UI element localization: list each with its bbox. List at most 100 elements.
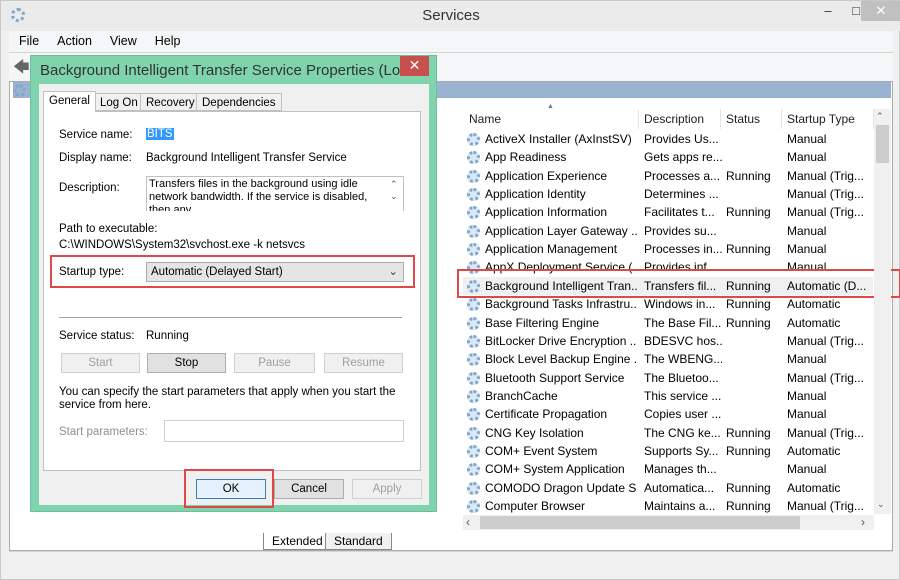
tab-dependencies[interactable]: Dependencies <box>196 93 282 111</box>
service-gear-icon <box>467 188 480 202</box>
service-description: Processes in... <box>644 242 722 257</box>
description-label: Description: <box>59 182 120 194</box>
service-row[interactable]: CNG Key Isolation The CNG ke... Running Man… <box>463 424 873 442</box>
service-gear-icon <box>467 426 480 440</box>
start-params-hint: You can specify the start parameters tha… <box>59 386 396 411</box>
service-row[interactable]: Bluetooth Support Service The Bluetoo... M… <box>463 369 873 387</box>
service-name: BitLocker Drive Encryption ... <box>485 333 637 348</box>
service-startup-type: Automatic <box>787 480 841 495</box>
service-status: Running <box>726 205 771 220</box>
service-description: Processes a... <box>644 168 721 183</box>
column-name[interactable]: Name <box>464 109 639 129</box>
service-row[interactable]: Application Information Facilitates t... R… <box>463 203 873 221</box>
service-gear-icon <box>467 353 480 367</box>
service-name-value[interactable]: BITS <box>146 128 174 140</box>
menu-action[interactable]: Action <box>47 31 100 48</box>
service-startup-type: Manual <box>787 132 827 146</box>
service-status: Running <box>726 242 771 257</box>
service-gear-icon <box>467 334 480 348</box>
service-description: Manages th... <box>644 462 717 477</box>
service-row[interactable]: BranchCache This service ... Manual <box>463 387 873 405</box>
service-gear-icon <box>467 298 480 312</box>
path-label: Path to executable: <box>59 223 158 235</box>
display-name-value: Background Intelligent Transfer Service <box>146 152 347 164</box>
service-description: The CNG ke... <box>644 425 721 440</box>
cancel-button[interactable]: Cancel <box>274 479 344 499</box>
service-name: App Readiness <box>485 150 567 165</box>
service-row[interactable]: Application Layer Gateway ... Provides su… <box>463 222 873 240</box>
service-row[interactable]: ActiveX Installer (AxInstSV) Provides Us.… <box>463 130 873 148</box>
resume-button[interactable]: Resume <box>324 353 403 373</box>
hscroll-thumb[interactable] <box>480 516 800 529</box>
title-bar: Services – □ ✕ <box>1 1 900 31</box>
stop-button[interactable]: Stop <box>147 353 226 373</box>
service-row[interactable]: COMODO Dragon Update S... Automatica... Ru… <box>463 479 873 497</box>
menu-file[interactable]: File <box>9 31 47 48</box>
menu-view[interactable]: View <box>100 31 145 48</box>
start-button[interactable]: Start <box>61 353 140 373</box>
service-row[interactable]: Certificate Propagation Copies user ... Ma… <box>463 405 873 423</box>
service-gear-icon <box>467 224 480 238</box>
service-description: Copies user ... <box>644 407 722 422</box>
apply-button[interactable]: Apply <box>352 479 422 499</box>
service-row[interactable]: COM+ Event System Supports Sy... Running Au… <box>463 442 873 460</box>
scroll-right-icon[interactable]: › <box>861 515 865 529</box>
status-bar <box>9 551 893 576</box>
service-row[interactable]: Base Filtering Engine The Base Fil... Runn… <box>463 314 873 332</box>
vertical-scrollbar[interactable]: ⌃ ⌄ <box>874 109 891 514</box>
tab-log-on[interactable]: Log On <box>94 93 144 111</box>
service-description: Maintains a... <box>644 499 716 513</box>
pause-button[interactable]: Pause <box>234 353 315 373</box>
service-row[interactable]: Application Management Processes in... Run… <box>463 240 873 258</box>
scroll-left-icon[interactable]: ‹ <box>466 515 470 529</box>
service-row[interactable]: Computer Browser Maintains a... Running Man… <box>463 497 873 515</box>
service-startup-type: Automatic <box>787 315 841 330</box>
service-startup-type: Manual (Trig... <box>787 333 864 348</box>
service-status: Running <box>726 499 771 513</box>
service-row[interactable]: App Readiness Gets apps re... Manual <box>463 148 873 166</box>
description-scroll-icon[interactable]: ⌃ ⌄ <box>390 178 398 202</box>
service-name-label: Service name: <box>59 129 133 141</box>
service-description: The Base Fil... <box>644 315 722 330</box>
column-description[interactable]: Description <box>639 109 721 129</box>
service-gear-icon <box>467 408 480 422</box>
window-title: Services <box>422 7 480 24</box>
scroll-down-icon[interactable]: ⌄ <box>877 499 885 510</box>
service-status: Running <box>726 443 771 458</box>
column-status[interactable]: Status <box>721 109 782 129</box>
service-description: Automatica... <box>644 480 715 495</box>
back-arrow-icon[interactable]: 🡄 <box>13 56 30 83</box>
tab-recovery[interactable]: Recovery <box>140 93 201 111</box>
description-textbox[interactable]: Transfers files in the background using … <box>146 176 404 211</box>
service-startup-type: Manual (Trig... <box>787 205 864 220</box>
service-name: Bluetooth Support Service <box>485 370 625 385</box>
service-gear-icon <box>467 316 480 330</box>
service-row[interactable]: COM+ System Application Manages th... Manu… <box>463 460 873 478</box>
scroll-thumb[interactable] <box>876 125 889 163</box>
service-row[interactable]: Application Experience Processes a... Runn… <box>463 167 873 185</box>
service-name: COM+ Event System <box>485 443 598 458</box>
start-params-input[interactable] <box>164 420 404 442</box>
service-name: Application Layer Gateway ... <box>485 223 637 238</box>
service-name: BranchCache <box>485 388 558 403</box>
service-row[interactable]: BitLocker Drive Encryption ... BDESVC hos… <box>463 332 873 350</box>
service-gear-icon <box>467 169 480 183</box>
divider <box>59 317 402 318</box>
close-button[interactable]: ✕ <box>861 1 900 21</box>
tab-extended[interactable]: Extended <box>263 533 332 550</box>
service-startup-type: Manual <box>787 352 827 367</box>
menu-help[interactable]: Help <box>145 31 189 48</box>
service-gear-icon <box>467 243 480 257</box>
scroll-up-icon[interactable]: ⌃ <box>876 111 884 122</box>
service-startup-type: Manual <box>787 150 827 165</box>
minimize-button[interactable]: – <box>813 1 843 21</box>
column-startup-type[interactable]: Startup Type <box>782 109 874 129</box>
horizontal-scrollbar[interactable]: ‹ › <box>463 515 874 530</box>
tree-services-icon[interactable] <box>13 84 26 97</box>
tab-general[interactable]: General <box>43 91 96 112</box>
service-row[interactable]: Block Level Backup Engine ... The WBENG..… <box>463 350 873 368</box>
service-row[interactable]: Application Identity Determines ... Manual… <box>463 185 873 203</box>
service-description: BDESVC hos... <box>644 333 722 348</box>
dialog-close-button[interactable]: ✕ <box>400 56 429 76</box>
tab-standard[interactable]: Standard <box>325 533 392 550</box>
